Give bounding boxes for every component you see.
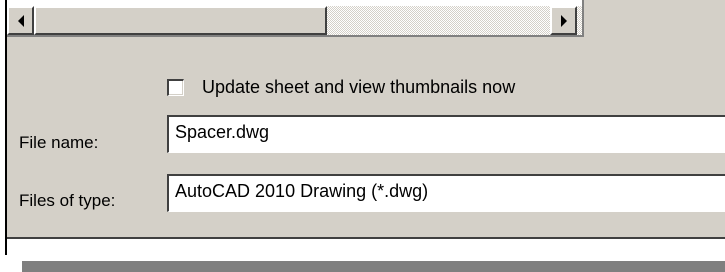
arrow-left-icon [17, 14, 24, 27]
file-name-input[interactable]: Spacer.dwg [167, 115, 725, 153]
horizontal-scrollbar[interactable] [7, 6, 582, 35]
dialog-bottom-strip [7, 237, 725, 261]
file-name-label: File name: [19, 133, 99, 152]
scroll-thumb[interactable] [34, 6, 327, 35]
list-bottom-border [7, 35, 582, 37]
scroll-left-button[interactable] [7, 6, 34, 35]
file-type-label: Files of type: [19, 191, 116, 210]
update-thumbnails-checkbox[interactable] [167, 78, 184, 96]
scroll-right-button[interactable] [550, 6, 577, 35]
update-thumbnails-option[interactable]: Update sheet and view thumbnails now [167, 74, 515, 100]
list-right-border [582, 0, 584, 37]
save-drawing-dialog: Update sheet and view thumbnails now Fil… [5, 0, 725, 261]
screenshot-stage: Update sheet and view thumbnails now Fil… [0, 0, 725, 272]
file-list-area [7, 0, 582, 37]
file-type-select[interactable]: AutoCAD 2010 Drawing (*.dwg) [167, 174, 725, 212]
update-thumbnails-label: Update sheet and view thumbnails now [202, 76, 516, 97]
arrow-right-icon [560, 14, 567, 27]
